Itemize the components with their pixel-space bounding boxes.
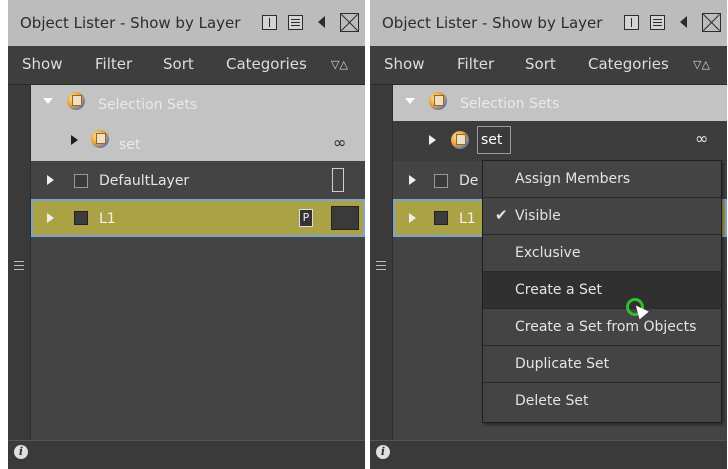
menu-item-visible[interactable]: ✔ Visible <box>483 198 721 235</box>
menu-bar: Show Filter Sort Categories ▽△ <box>8 46 365 85</box>
expand-down-icon[interactable] <box>43 98 53 104</box>
expand-right-icon[interactable] <box>47 213 54 223</box>
menu-show[interactable]: Show <box>22 55 62 73</box>
layer-visibility-checkbox[interactable] <box>74 174 88 188</box>
info-icon[interactable]: i <box>14 445 28 459</box>
menu-sort[interactable]: Sort <box>525 55 556 73</box>
expand-down-icon[interactable] <box>405 98 415 104</box>
link-icon[interactable]: ∞ <box>695 129 709 148</box>
menu-categories[interactable]: Categories <box>588 55 669 73</box>
menu-filter[interactable]: Filter <box>95 55 132 73</box>
menu-item-label: Assign Members <box>515 171 631 187</box>
object-list: Selection Sets set ∞ DefaultLayer L1 P <box>31 85 365 440</box>
list-view-icon[interactable] <box>288 15 303 30</box>
layer-visibility-checkbox[interactable] <box>434 174 448 188</box>
layer-name: DefaultLayer <box>99 173 190 189</box>
layer-name: L1 <box>99 211 116 227</box>
layer-name: De <box>459 173 479 189</box>
layer-state-box[interactable] <box>332 168 344 192</box>
menu-item-duplicate-set[interactable]: Duplicate Set <box>483 346 721 383</box>
close-icon[interactable] <box>340 13 359 32</box>
side-handle[interactable] <box>8 85 31 440</box>
set-row[interactable]: ∞ <box>393 121 727 161</box>
menu-bar: Show Filter Sort Categories ▽△ <box>370 46 727 85</box>
selection-sets-label: Selection Sets <box>460 96 560 112</box>
object-lister-panel-left: Object Lister - Show by Layer Show Filte… <box>8 0 365 469</box>
menu-item-create-set-from-objects[interactable]: Create a Set from Objects <box>483 309 721 346</box>
expand-collapse-all-icon[interactable]: ▽△ <box>693 58 710 71</box>
selection-set-icon <box>67 92 85 110</box>
bottom-bar: i <box>370 440 727 469</box>
menu-item-label: Delete Set <box>515 393 589 409</box>
window-title: Object Lister - Show by Layer <box>382 14 603 32</box>
bottom-bar: i <box>8 440 365 469</box>
layer-visibility-checkbox[interactable] <box>74 211 88 225</box>
menu-item-assign-members[interactable]: Assign Members <box>483 161 721 198</box>
checkmark-icon: ✔ <box>495 206 508 224</box>
menu-filter[interactable]: Filter <box>457 55 494 73</box>
menu-item-label: Exclusive <box>515 245 581 261</box>
menu-show[interactable]: Show <box>384 55 424 73</box>
expand-right-icon[interactable] <box>71 135 78 145</box>
collapse-left-icon[interactable] <box>680 16 687 28</box>
title-bar[interactable]: Object Lister - Show by Layer <box>8 0 365 46</box>
expand-collapse-all-icon[interactable]: ▽△ <box>331 58 348 71</box>
layer-name: L1 <box>459 211 476 227</box>
layer-badge[interactable]: P <box>299 209 313 227</box>
set-label: set <box>119 137 141 153</box>
expand-right-icon[interactable] <box>47 175 54 185</box>
menu-sort[interactable]: Sort <box>163 55 194 73</box>
info-icon[interactable]: i <box>376 445 390 459</box>
selection-sets-group[interactable]: Selection Sets <box>393 85 727 121</box>
grip-icon <box>14 261 24 270</box>
menu-item-label: Create a Set <box>515 282 602 298</box>
selection-sets-label: Selection Sets <box>98 97 198 113</box>
layer-state-box[interactable] <box>331 206 359 230</box>
menu-item-label: Duplicate Set <box>515 356 610 372</box>
selection-set-icon <box>429 92 447 110</box>
expand-vertical-icon[interactable] <box>624 15 639 30</box>
collapse-left-icon[interactable] <box>318 16 325 28</box>
close-icon[interactable] <box>702 13 721 32</box>
set-icon <box>91 130 109 148</box>
layer-row-default[interactable]: DefaultLayer <box>31 161 365 199</box>
menu-item-label: Create a Set from Objects <box>515 319 697 335</box>
set-context-menu: Assign Members ✔ Visible Exclusive Creat… <box>482 160 722 423</box>
side-handle[interactable] <box>370 85 393 440</box>
title-bar[interactable]: Object Lister - Show by Layer <box>370 0 727 46</box>
menu-item-create-set[interactable]: Create a Set <box>483 272 721 309</box>
layer-visibility-checkbox[interactable] <box>434 211 448 225</box>
menu-item-label: Visible <box>515 208 561 224</box>
list-view-icon[interactable] <box>650 15 665 30</box>
set-icon <box>451 131 469 149</box>
expand-right-icon[interactable] <box>429 135 436 145</box>
menu-item-exclusive[interactable]: Exclusive <box>483 235 721 272</box>
menu-categories[interactable]: Categories <box>226 55 307 73</box>
expand-vertical-icon[interactable] <box>262 15 277 30</box>
layer-row-l1[interactable]: L1 P <box>31 199 365 237</box>
expand-right-icon[interactable] <box>409 213 416 223</box>
selection-sets-group[interactable]: Selection Sets set ∞ <box>31 85 365 161</box>
menu-item-delete-set[interactable]: Delete Set <box>483 383 721 420</box>
window-title: Object Lister - Show by Layer <box>20 14 241 32</box>
grip-icon <box>376 261 386 270</box>
set-name-input[interactable]: set <box>477 126 511 154</box>
link-icon[interactable]: ∞ <box>333 133 347 152</box>
expand-right-icon[interactable] <box>409 175 416 185</box>
